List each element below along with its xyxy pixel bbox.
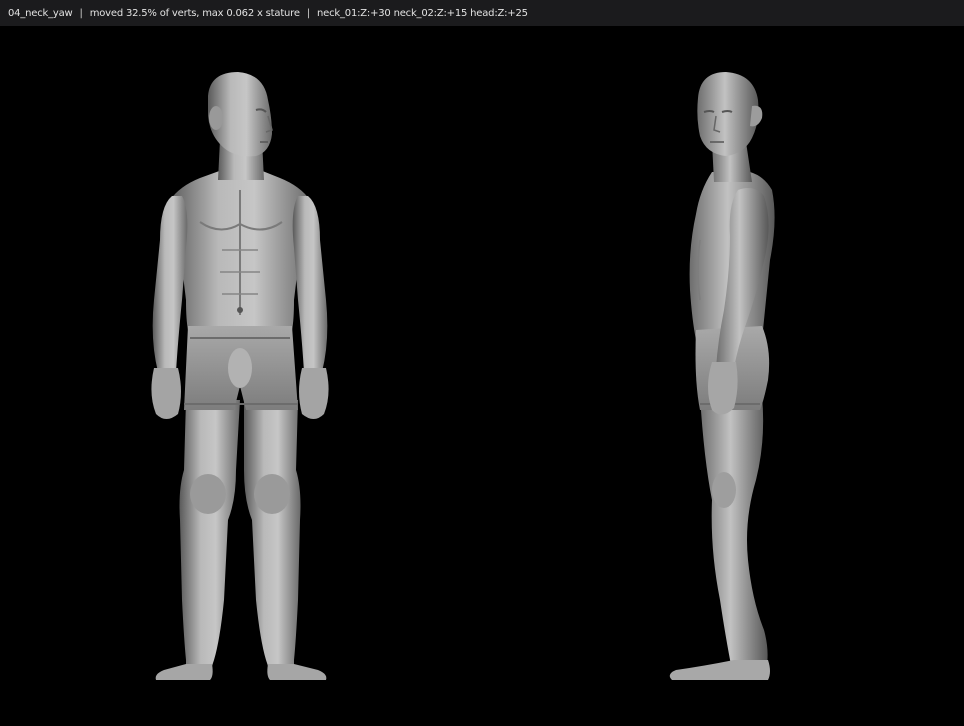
- side-view-figure: [669, 72, 775, 680]
- front-left-hand: [151, 368, 181, 419]
- front-left-knee: [190, 474, 226, 514]
- 3d-viewport[interactable]: [0, 26, 964, 726]
- front-right-knee: [254, 474, 290, 514]
- side-knee: [712, 472, 736, 508]
- status-bar: 04_neck_yaw | moved 32.5% of verts, max …: [0, 0, 964, 26]
- side-hand: [708, 362, 738, 415]
- front-navel: [237, 307, 243, 313]
- separator: |: [79, 7, 83, 19]
- front-left-arm: [152, 196, 188, 372]
- front-view-figure: [151, 72, 329, 680]
- side-ear: [750, 105, 763, 127]
- vertex-stats: moved 32.5% of verts, max 0.062 x statur…: [89, 7, 300, 19]
- front-left-foot: [155, 664, 213, 680]
- bone-rotations: neck_01:Z:+30 neck_02:Z:+15 head:Z:+25: [317, 7, 528, 19]
- front-shorts-bulge: [228, 348, 252, 388]
- side-foot: [669, 660, 770, 680]
- render-canvas: [151, 72, 775, 680]
- side-head: [697, 72, 759, 156]
- separator: |: [306, 7, 310, 19]
- front-ear: [209, 106, 223, 130]
- front-left-leg: [179, 400, 240, 672]
- step-name: 04_neck_yaw: [8, 7, 73, 19]
- side-leg: [700, 396, 768, 670]
- front-right-hand: [299, 368, 329, 419]
- front-right-foot: [267, 664, 327, 680]
- front-right-arm: [292, 196, 328, 372]
- front-right-leg: [244, 400, 301, 672]
